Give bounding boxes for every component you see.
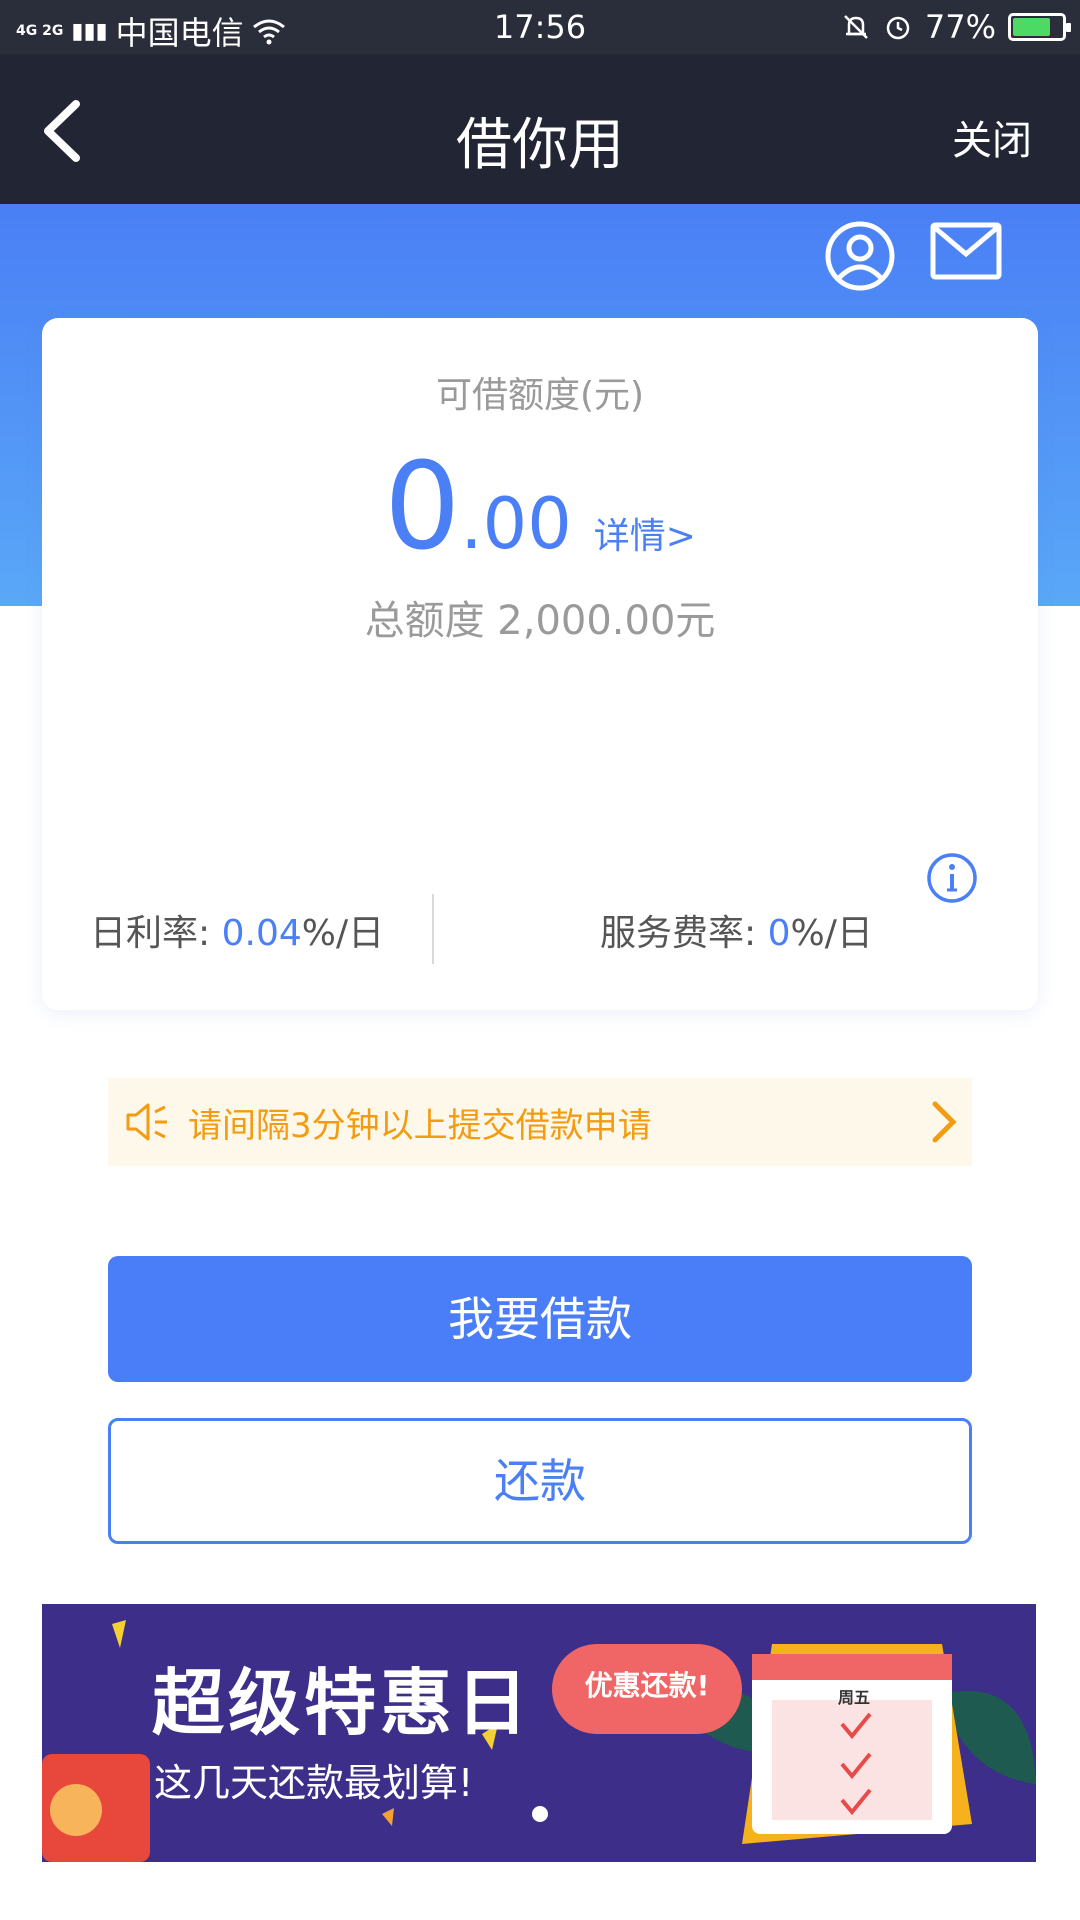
- nav-bar: 借你用 关闭: [0, 54, 1080, 204]
- speaker-icon: [126, 1103, 167, 1141]
- credit-card: 可借额度(元) 0.00 详情> 总额度 2,000.00元 日利率: 0.04%…: [42, 318, 1038, 1010]
- service-rate-label: 服务费率:: [600, 913, 757, 954]
- status-bar: 4G 2G ▮▮▮ 中国电信 17:56 77%: [0, 0, 1080, 54]
- repay-button[interactable]: 还款: [108, 1418, 972, 1544]
- amount-decimal: .00: [460, 483, 572, 565]
- close-button[interactable]: 关闭: [952, 108, 1032, 166]
- daily-rate-label: 日利率:: [90, 913, 211, 954]
- banner-title: 超级特惠日: [152, 1661, 533, 1745]
- calendar-weekday: 周五: [838, 1688, 871, 1707]
- battery-icon: [1008, 13, 1071, 41]
- daily-rate-unit: %/日: [301, 913, 385, 954]
- messages-button[interactable]: [930, 222, 1002, 286]
- info-button[interactable]: [926, 852, 978, 908]
- mute-bell-icon: [843, 15, 868, 39]
- daily-rate-value: 0.04: [221, 913, 302, 954]
- detail-link[interactable]: 详情>: [594, 516, 696, 557]
- borrow-button[interactable]: 我要借款: [108, 1256, 972, 1382]
- alarm-clock-icon: [886, 16, 910, 40]
- battery-percent: 77%: [924, 8, 996, 46]
- service-rate-unit: %/日: [790, 913, 873, 954]
- service-rate-value: 0: [767, 913, 791, 954]
- available-credit-label: 可借额度(元): [435, 375, 645, 416]
- chevron-right-icon: [932, 1101, 957, 1143]
- battery-level: [1013, 18, 1050, 36]
- banner-tag: 优惠还款!: [552, 1644, 742, 1734]
- carousel-indicator[interactable]: [532, 1806, 548, 1822]
- available-amount: 0.00 详情>: [42, 448, 1038, 568]
- mail-icon: [930, 222, 1002, 280]
- notice-text: 请间隔3分钟以上提交借款申请: [188, 1105, 652, 1146]
- status-right: 77%: [841, 8, 1071, 46]
- daily-rate: 日利率: 0.04%/日: [90, 904, 384, 956]
- notice-bar[interactable]: 请间隔3分钟以上提交借款申请: [108, 1078, 972, 1166]
- amount-integer: 0: [384, 438, 461, 577]
- profile-button[interactable]: [824, 220, 896, 296]
- page-title: 借你用: [456, 113, 624, 178]
- service-rate: 服务费率: 0%/日: [600, 904, 873, 956]
- total-credit: 总额度 2,000.00元: [364, 598, 716, 644]
- promo-banner[interactable]: 超级特惠日 这几天还款最划算! 优惠还款! 周五: [42, 1604, 1036, 1862]
- info-icon: [927, 853, 977, 903]
- user-icon: [825, 221, 895, 291]
- rate-divider: [432, 894, 434, 964]
- banner-subtitle: 这几天还款最划算!: [154, 1761, 474, 1805]
